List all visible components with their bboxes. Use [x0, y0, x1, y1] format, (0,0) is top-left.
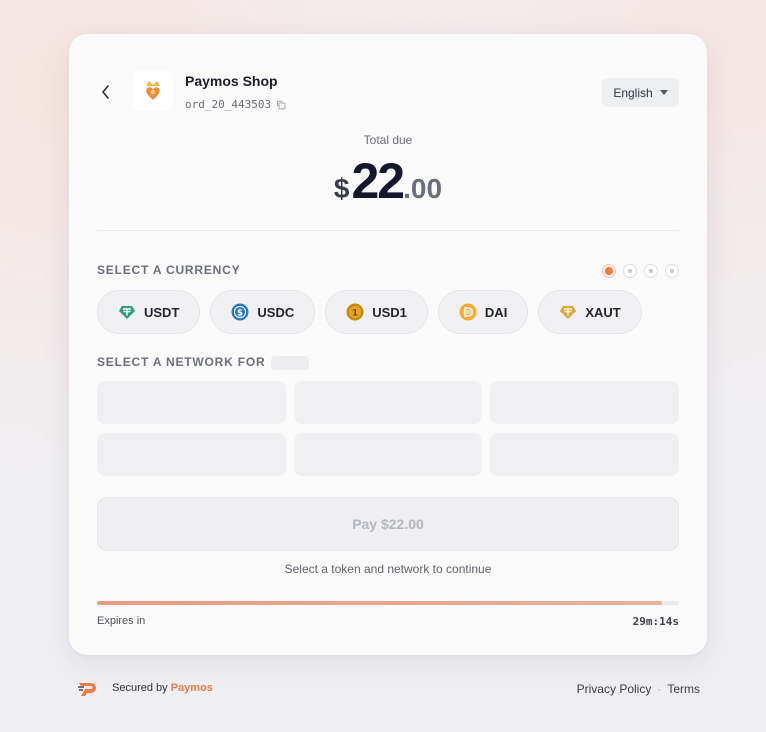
copy-icon[interactable] — [276, 100, 286, 110]
footer-links: Privacy Policy · Terms — [577, 682, 700, 696]
step-indicator — [602, 264, 679, 278]
usdt-icon — [119, 306, 135, 319]
terms-link[interactable]: Terms — [667, 682, 700, 696]
secured-by: Secured by Paymos — [78, 680, 213, 696]
currency-option-label: USD1 — [372, 304, 407, 320]
pay-button[interactable]: Pay $22.00 — [97, 497, 679, 551]
shop-logo — [133, 70, 173, 110]
usdc-icon: $ — [231, 303, 249, 321]
currency-option-label: DAI — [484, 304, 508, 320]
total-due-label: Total due — [363, 133, 413, 147]
expiry-progress-bar — [97, 601, 679, 605]
shop-name: Paymos Shop — [185, 73, 278, 89]
brand-name: Paymos — [170, 682, 213, 694]
language-label: English — [613, 85, 653, 100]
checkout-card: Paymos Shop ord_20_443503 English Total … — [69, 34, 707, 655]
network-options — [97, 381, 679, 476]
total-amount: $ 22 .00 — [69, 152, 707, 210]
network-option-placeholder — [97, 381, 286, 424]
currency-option-label: USDT — [144, 304, 180, 320]
divider — [97, 230, 679, 231]
footer-separator: · — [657, 682, 662, 696]
currency-option-usd1[interactable]: 1 USD1 — [325, 290, 428, 334]
privacy-policy-link[interactable]: Privacy Policy — [577, 682, 652, 696]
crown-heart-icon — [146, 81, 160, 100]
step-dot-2 — [623, 264, 637, 278]
selected-token-placeholder — [271, 355, 310, 370]
currency-option-usdc[interactable]: $ USDC — [210, 290, 316, 334]
currency-option-usdt[interactable]: USDT — [97, 290, 201, 334]
back-button[interactable] — [97, 83, 113, 101]
network-option-placeholder — [97, 433, 286, 476]
svg-text:1: 1 — [352, 309, 358, 319]
xaut-icon — [560, 306, 577, 319]
order-id: ord_20_443503 — [185, 98, 286, 111]
expires-label: Expires in — [97, 615, 146, 627]
network-option-placeholder — [490, 381, 679, 424]
network-section-label: SELECT A NETWORK FOR — [97, 355, 266, 369]
step-dot-1 — [602, 264, 616, 278]
language-select[interactable]: English — [602, 78, 679, 107]
svg-text:$: $ — [237, 308, 243, 318]
expiry-progress-fill — [97, 601, 662, 605]
currency-option-xaut[interactable]: XAUT — [538, 290, 642, 334]
currency-option-dai[interactable]: DAI — [437, 290, 529, 334]
currency-symbol: $ — [333, 173, 350, 204]
usd1-icon: 1 — [346, 303, 364, 321]
network-option-placeholder — [293, 381, 483, 424]
network-option-placeholder — [490, 433, 679, 476]
continue-hint: Select a token and network to continue — [284, 562, 492, 576]
amount-cents: .00 — [403, 173, 443, 204]
secured-by-label: Secured by — [112, 682, 168, 694]
network-section-title: SELECT A NETWORK FOR — [97, 355, 310, 370]
currency-section-title: SELECT A CURRENCY — [97, 263, 241, 277]
currency-option-label: USDC — [257, 304, 295, 320]
paymos-logo-icon — [78, 683, 96, 696]
order-id-text: ord_20_443503 — [185, 98, 272, 111]
step-dot-4 — [665, 264, 679, 278]
currency-options: USDT $ USDC 1 USD1 DAI XAUT — [97, 290, 642, 334]
step-dot-3 — [644, 264, 658, 278]
expires-timer: 29m:14s — [632, 615, 679, 628]
chevron-left-icon — [101, 85, 109, 99]
caret-down-icon — [659, 90, 668, 95]
dai-icon — [459, 303, 477, 321]
currency-option-label: XAUT — [585, 304, 621, 320]
amount-whole: 22 — [351, 153, 406, 209]
network-option-placeholder — [293, 433, 483, 476]
